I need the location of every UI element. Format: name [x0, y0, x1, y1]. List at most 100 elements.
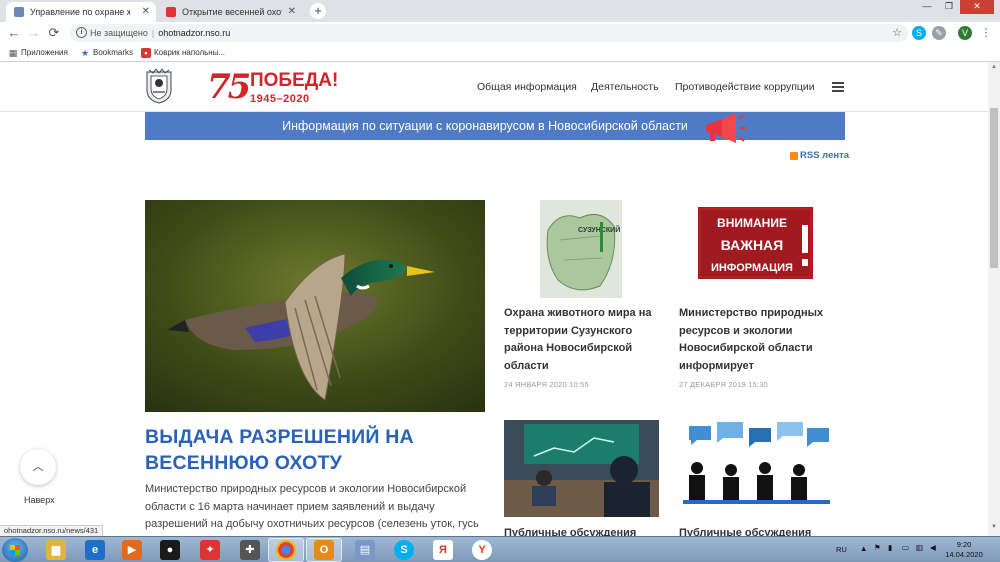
page-viewport: 75 ПОБЕДА! 1945–2020 Общая информация Де… [0, 62, 988, 536]
nso-crest-logo[interactable] [145, 68, 173, 104]
rss-icon [790, 152, 798, 160]
system-clock[interactable]: 9:20 14.04.2020 [944, 540, 984, 560]
browser-toolbar: ← → ⟳ i Не защищено | ohotnadzor.nso.ru ☆ … [0, 22, 1000, 44]
skype-extension-icon[interactable]: S [912, 26, 926, 40]
scroll-up-icon[interactable]: ▲ [988, 64, 1000, 74]
minimize-button[interactable]: — [916, 0, 938, 14]
victory-75-logo[interactable]: 75 ПОБЕДА! 1945–2020 [207, 67, 357, 107]
tab-title: Открытие весенней охоты в НС [182, 7, 282, 17]
card-date: 24 ЯНВАРЯ 2020 10:55 [504, 380, 589, 389]
page-icon: ▪ [141, 48, 151, 58]
apps-grid-icon: ▦ [8, 48, 18, 58]
crest-favicon-icon [14, 7, 24, 17]
card-title[interactable]: Публичные обсуждения [679, 525, 839, 536]
page-scrollbar[interactable]: ▲ ▼ [988, 62, 1000, 536]
suzun-map-image[interactable]: СУЗУНСКИЙ РАЙОН [540, 200, 622, 298]
card-date: 27 ДЕКАБРЯ 2019 15:30 [679, 380, 768, 389]
chrome-icon[interactable] [276, 540, 296, 560]
public-discussion-photo[interactable] [504, 420, 659, 517]
discussion-illustration[interactable] [679, 420, 834, 517]
promo-word: ПОБЕДА! [250, 70, 339, 91]
address-bar[interactable]: i Не защищено | ohotnadzor.nso.ru ☆ [70, 24, 908, 42]
nav-activity[interactable]: Деятельность [591, 81, 659, 93]
maximize-button[interactable]: ❐ [938, 0, 960, 14]
reload-icon[interactable]: ⟳ [46, 25, 62, 41]
bookmark-label: Коврик напольны... [154, 48, 226, 57]
security-label: Не защищено [90, 28, 148, 38]
info-icon[interactable]: i [76, 27, 87, 38]
image-line-3: ИНФОРМАЦИЯ [711, 262, 793, 274]
image-line-1: ВНИМАНИЕ [717, 216, 787, 230]
rss-link[interactable]: RSS лента [790, 150, 849, 161]
hero-lead-text: Министерство природных ресурсов и эколог… [145, 483, 479, 536]
nav-general-info[interactable]: Общая информация [477, 81, 577, 93]
bookmark-label: Bookmarks [93, 48, 134, 57]
tray-expand-icon[interactable]: ▲ [860, 544, 867, 553]
card-title[interactable]: Публичные обсуждения [504, 525, 664, 536]
window-controls: — ❐ ✕ [916, 0, 994, 14]
clock-date: 14.04.2020 [945, 550, 983, 559]
browser-tab-active[interactable]: Управление по охране животно ✕ [6, 2, 156, 22]
calculator-icon[interactable]: ▤ [355, 540, 375, 560]
mercedes-app-icon[interactable]: ✚ [240, 540, 260, 560]
site-header: 75 ПОБЕДА! 1945–2020 Общая информация Де… [0, 62, 988, 112]
explorer-folder-icon[interactable]: ▆ [46, 540, 66, 560]
power-icon[interactable]: ▮ [888, 543, 892, 552]
promo-years: 1945–2020 [250, 93, 310, 105]
bookmark-bookmarks[interactable]: ★ Bookmarks [80, 47, 133, 59]
separator: | [151, 28, 155, 38]
pin-app-icon[interactable]: ✦ [200, 540, 220, 560]
card-title[interactable]: Охрана животного мира на территории Сузу… [504, 305, 664, 375]
promo-number: 75 [207, 67, 251, 107]
bookmark-star-icon[interactable]: ☆ [892, 24, 902, 42]
tab-close-icon[interactable]: ✕ [288, 2, 296, 22]
hero-duck-image[interactable] [145, 200, 485, 412]
network-icon[interactable]: ▥ [916, 543, 923, 552]
browser-tabbar: Управление по охране животно ✕ Открытие … [0, 0, 1000, 22]
start-button[interactable] [2, 538, 28, 562]
card-title[interactable]: Министерство природных ресурсов и эколог… [679, 305, 839, 375]
url-text: ohotnadzor.nso.ru [158, 28, 231, 38]
image-line-2: ВАЖНАЯ [721, 237, 783, 253]
tab-title: Управление по охране животно [30, 7, 130, 17]
important-info-image[interactable]: ВНИМАНИЕ ВАЖНАЯ ИНФОРМАЦИЯ [698, 207, 813, 279]
back-to-top-button[interactable]: ︿ [20, 449, 56, 485]
chevron-up-icon: ︿ [32, 461, 44, 473]
action-center-flag-icon[interactable]: ⚑ [874, 543, 881, 552]
new-tab-button[interactable]: + [310, 3, 326, 19]
bookmarks-bar: ▦ Приложения ★ Bookmarks ▪ Коврик наполь… [0, 44, 1000, 62]
rss-label: RSS лента [800, 150, 850, 161]
windows-taskbar: ▆ e ▶ ● ✦ ✚ O ▤ S Я Y RU ▲ ⚑ ▮ ▭ ▥ ◀ 9:2… [0, 536, 1000, 562]
internet-explorer-icon[interactable]: e [85, 540, 105, 560]
app-user-icon[interactable]: ● [160, 540, 180, 560]
tab-close-icon[interactable]: ✕ [142, 2, 150, 22]
back-arrow-icon[interactable]: ← [6, 25, 22, 41]
clock-time: 9:20 [956, 540, 972, 549]
back-to-top-label: Наверх [24, 495, 55, 505]
yandex-doc-icon[interactable]: Я [433, 540, 453, 560]
volume-icon[interactable]: ◀ [930, 543, 936, 552]
site-favicon-icon [166, 7, 176, 17]
outlook-icon[interactable]: O [314, 540, 334, 560]
extension-icon[interactable]: ✎ [932, 26, 946, 40]
hamburger-menu-icon[interactable] [832, 82, 844, 92]
bookmark-apps[interactable]: ▦ Приложения [8, 47, 68, 59]
browser-tab-inactive[interactable]: Открытие весенней охоты в НС ✕ [158, 2, 302, 22]
hero-headline[interactable]: ВЫДАЧА РАЗРЕШЕНИЙ НА ВЕСЕННЮЮ ОХОТУ [145, 424, 485, 476]
scroll-down-icon[interactable]: ▼ [988, 524, 1000, 534]
profile-avatar[interactable]: V [958, 26, 972, 40]
yandex-browser-icon[interactable]: Y [472, 540, 492, 560]
media-player-icon[interactable]: ▶ [122, 540, 142, 560]
window-close-button[interactable]: ✕ [960, 0, 994, 14]
menu-kebab-icon[interactable]: ⋮ [978, 25, 994, 41]
scrollbar-thumb[interactable] [990, 108, 998, 268]
nav-anticorruption[interactable]: Противодействие коррупции [675, 81, 815, 93]
language-indicator[interactable]: RU [836, 545, 847, 554]
bookmark-kovrik[interactable]: ▪ Коврик напольны... [141, 47, 225, 59]
bookmark-label: Приложения [21, 48, 68, 57]
megaphone-icon [706, 113, 746, 143]
display-icon[interactable]: ▭ [902, 543, 909, 552]
skype-icon[interactable]: S [394, 540, 414, 560]
forward-arrow-icon[interactable]: → [26, 25, 42, 41]
star-icon: ★ [80, 48, 90, 58]
